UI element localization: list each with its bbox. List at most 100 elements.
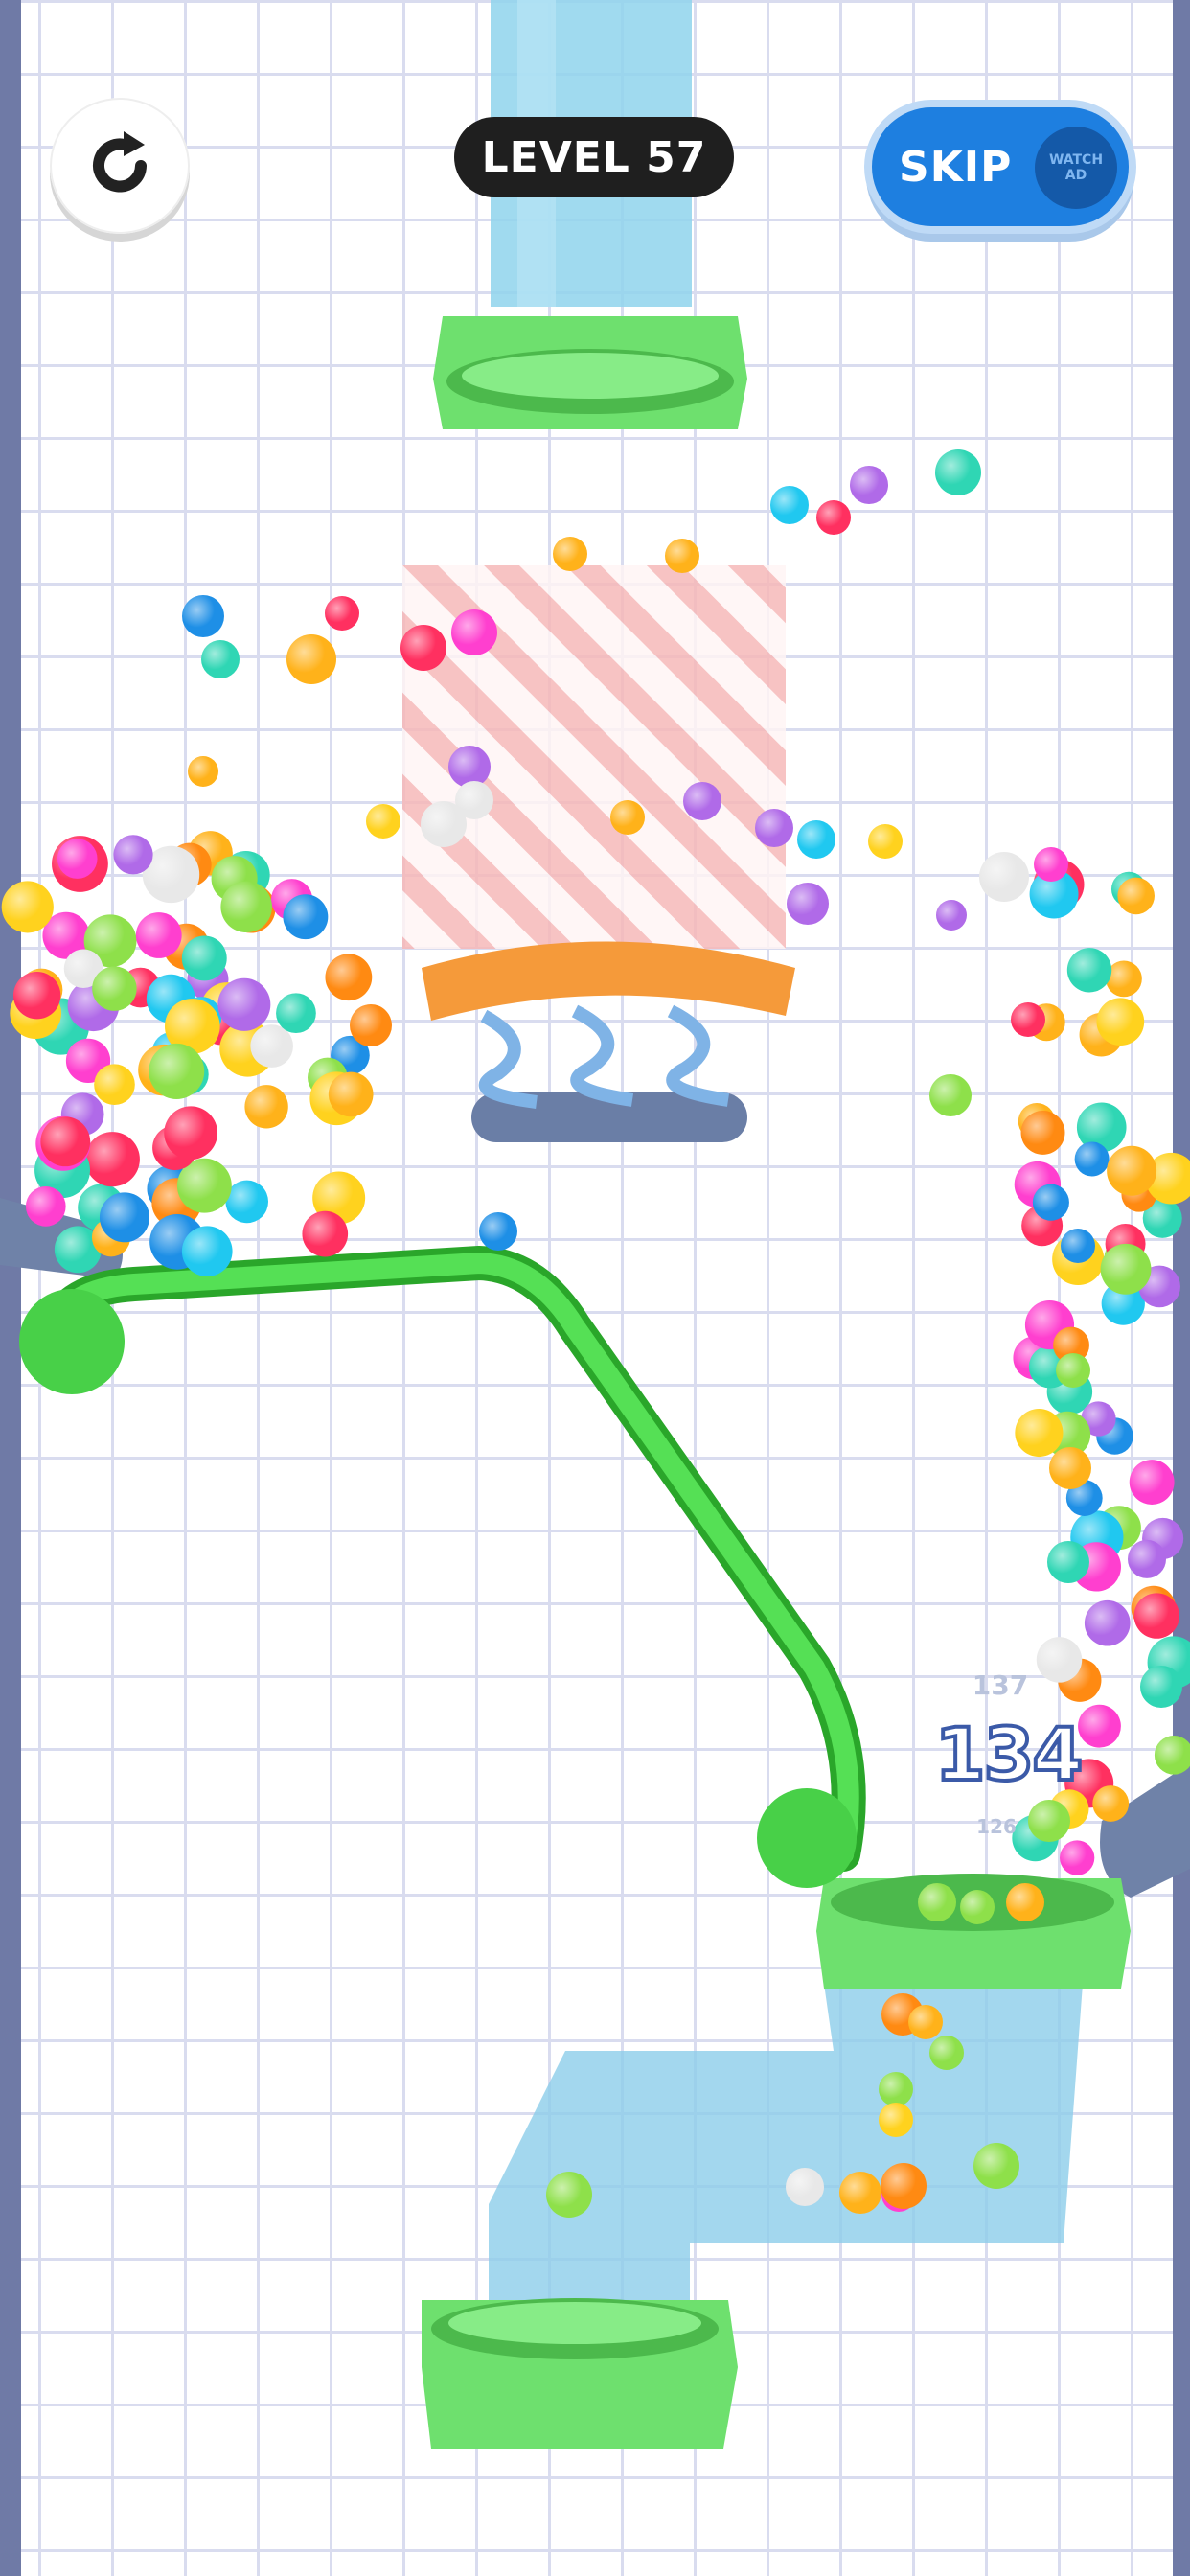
ball-highlight: [94, 1064, 135, 1106]
ball-highlight: [1107, 1145, 1157, 1196]
entry-pipe: [433, 0, 747, 429]
ball-highlight: [92, 966, 137, 1011]
ball-highlight: [286, 634, 336, 684]
ball-highlight: [1032, 1184, 1069, 1221]
ball-highlight: [448, 746, 491, 788]
ball-highlight: [244, 1085, 288, 1129]
watch-ad-badge: WATCH AD: [1035, 126, 1117, 209]
ball-highlight: [201, 640, 240, 678]
ball-highlight: [302, 1210, 349, 1257]
ball-highlight: [1129, 1460, 1175, 1505]
ball-highlight: [40, 1116, 91, 1167]
ball-highlight: [113, 835, 153, 875]
ball-highlight: [816, 500, 851, 535]
watch-ad-line1: WATCH: [1048, 152, 1104, 168]
ball-highlight: [350, 1004, 392, 1046]
ball-highlight: [182, 595, 224, 637]
ball-highlight: [12, 972, 61, 1020]
ball-highlight: [1061, 1229, 1095, 1263]
play-scene: [0, 0, 1190, 2449]
spring-bouncer: [422, 941, 795, 1142]
restart-button[interactable]: [50, 98, 190, 234]
ball-highlight: [225, 1180, 269, 1224]
watch-ad-line2: AD: [1064, 168, 1087, 183]
ball-counter-next: 126: [976, 1815, 1017, 1838]
ball-highlight: [164, 1106, 218, 1161]
ball-highlight: [610, 800, 645, 835]
ball-highlight: [1006, 1883, 1044, 1921]
ball-highlight: [1056, 1353, 1090, 1388]
ball-highlight: [479, 1212, 517, 1251]
ball-highlight: [908, 2005, 943, 2039]
ball-highlight: [1, 881, 54, 933]
ball-highlight: [366, 804, 400, 839]
ball-highlight: [1066, 948, 1112, 993]
ball-highlight: [57, 839, 98, 879]
ball-highlight: [1100, 1243, 1152, 1295]
ball-highlight: [1092, 1785, 1130, 1822]
ball-highlight: [553, 537, 587, 571]
ball-highlight: [929, 1074, 972, 1116]
ball-highlight: [1060, 1840, 1095, 1875]
ball-highlight: [850, 466, 888, 504]
ball-highlight: [325, 596, 359, 631]
ball-highlight: [84, 1132, 140, 1187]
ball-highlight: [879, 2072, 913, 2106]
ball-highlight: [149, 1043, 205, 1099]
ball-highlight: [188, 756, 218, 787]
ball-highlight: [683, 782, 721, 820]
ball-highlight: [325, 954, 373, 1001]
skip-label: SKIP: [899, 142, 1013, 192]
ball-highlight: [25, 1186, 66, 1227]
game-board[interactable]: LEVEL 57 SKIP WATCH AD 137 134 126: [0, 0, 1190, 2576]
ball-highlight: [1049, 1447, 1091, 1489]
ball-highlight: [868, 824, 903, 859]
ball-highlight: [1074, 1141, 1110, 1177]
ball-highlight: [1084, 1599, 1131, 1646]
ball-highlight: [1020, 1110, 1065, 1155]
ball-highlight: [786, 2168, 824, 2206]
ball-highlight: [181, 1226, 233, 1277]
ball-highlight: [1154, 1736, 1190, 1775]
ball-highlight: [1096, 998, 1145, 1046]
ball-highlight: [879, 2103, 913, 2137]
ball-highlight: [770, 486, 809, 524]
ball-highlight: [135, 912, 182, 958]
ball-highlight: [839, 2172, 881, 2214]
ball-highlight: [400, 625, 446, 671]
ball-highlight: [220, 881, 272, 933]
ball-highlight: [665, 539, 699, 573]
ball-highlight: [181, 935, 227, 981]
ball-highlight: [1117, 877, 1155, 915]
ball-highlight: [787, 883, 829, 925]
ball-highlight: [797, 820, 835, 859]
skip-level-button[interactable]: SKIP WATCH AD: [872, 107, 1129, 226]
ball-highlight: [1133, 1593, 1179, 1639]
ball-highlight: [929, 2036, 964, 2070]
ball-highlight: [328, 1071, 374, 1117]
ball-counter-previous: 137: [972, 1669, 1029, 1701]
ball-counter: 134: [933, 1710, 1086, 1799]
ball-highlight: [1015, 1408, 1064, 1458]
level-label: LEVEL 57: [481, 132, 707, 182]
ball-highlight: [250, 1024, 293, 1068]
ball-highlight: [973, 2143, 1019, 2189]
restart-icon: [93, 131, 147, 193]
ball-highlight: [1034, 847, 1068, 882]
ball-highlight: [960, 1890, 995, 1924]
ball-highlight: [1140, 1666, 1182, 1708]
ball-highlight: [936, 900, 967, 931]
ball-highlight: [1011, 1002, 1045, 1037]
drawn-line: [19, 1246, 866, 1888]
ball-highlight: [1047, 1541, 1089, 1583]
ball-highlight: [979, 852, 1029, 902]
level-indicator: LEVEL 57: [454, 117, 734, 197]
ball-highlight: [755, 809, 793, 847]
ball-highlight: [1127, 1539, 1167, 1578]
ball-highlight: [881, 2163, 927, 2209]
ball-highlight: [455, 781, 493, 819]
exit-pipe: [422, 1874, 1131, 2449]
ball-highlight: [935, 449, 981, 495]
ball-highlight: [918, 1883, 956, 1921]
ball-highlight: [276, 993, 316, 1034]
